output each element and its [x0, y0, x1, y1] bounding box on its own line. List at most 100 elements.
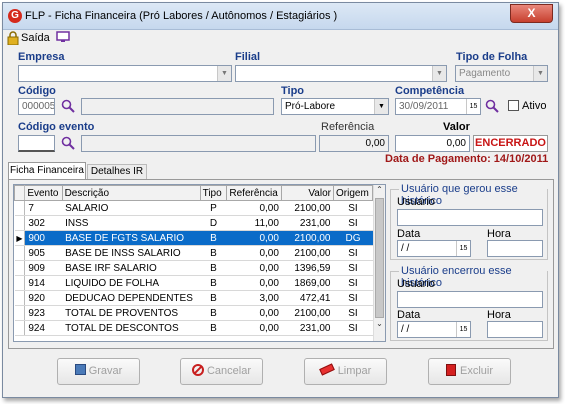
col-valor[interactable]: Valor [281, 185, 334, 201]
table-row[interactable]: 924 TOTAL DE DESCONTOS B 0,00 231,00 SI [14, 320, 373, 336]
status-badge: ENCERRADO [473, 135, 548, 152]
table-cell: B [200, 230, 227, 246]
table-cell: SI [333, 290, 373, 306]
tab-detalhes-ir[interactable]: Detalhes IR [87, 164, 147, 179]
empresa-label: Empresa [18, 51, 65, 63]
data-field[interactable]: / /15 [397, 240, 471, 257]
hora-label: Hora [487, 228, 511, 240]
table-row[interactable]: 920 DEDUCAO DEPENDENTES B 3,00 472,41 SI [14, 290, 373, 306]
col-evento[interactable]: Evento [24, 185, 63, 201]
table-cell: D [200, 215, 227, 231]
table-cell: SI [333, 245, 373, 261]
chevron-down-icon[interactable]: ▼ [432, 66, 446, 81]
referencia-field: 0,00 [319, 135, 389, 152]
tipo-folha-label: Tipo de Folha [456, 51, 528, 63]
cancel-icon [191, 364, 204, 376]
table-cell: TOTAL DE PROVENTOS [62, 305, 201, 321]
close-button[interactable]: X [510, 4, 553, 23]
row-indicator [14, 275, 26, 291]
table-cell: 302 [24, 215, 63, 231]
usuario-field[interactable] [397, 291, 543, 308]
tipo-folha-select[interactable]: Pagamento ▼ [455, 65, 548, 82]
col-tipo[interactable]: Tipo [199, 185, 228, 201]
hora-field[interactable] [487, 240, 543, 257]
table-row[interactable]: 923 TOTAL DE PROVENTOS B 0,00 2100,00 SI [14, 305, 373, 321]
table-cell: BASE IRF SALARIO [62, 260, 201, 276]
codigo-label: Código [18, 85, 56, 97]
ativo-checkbox[interactable] [508, 100, 519, 111]
table-cell: 2100,00 [281, 305, 334, 321]
table-cell: B [200, 290, 227, 306]
table-cell: 7 [24, 200, 63, 216]
competencia-label: Competência [395, 85, 465, 97]
table-cell: 472,41 [281, 290, 334, 306]
row-indicator-header [14, 185, 26, 201]
limpar-button[interactable]: Limpar [304, 358, 387, 385]
excluir-button[interactable]: Excluir [428, 358, 511, 385]
row-indicator [14, 320, 26, 336]
table-cell: SI [333, 305, 373, 321]
col-referencia[interactable]: Referência [226, 185, 283, 201]
chevron-down-icon[interactable]: ▼ [533, 66, 547, 81]
saida-label[interactable]: Saída [21, 32, 50, 44]
table-cell: B [200, 245, 227, 261]
usuario-field[interactable] [397, 209, 543, 226]
hora-field[interactable] [487, 321, 543, 338]
table-cell: 909 [24, 260, 63, 276]
data-label: Data [397, 228, 421, 240]
table-row[interactable]: 905 BASE DE INSS SALARIO B 0,00 2100,00 SI [14, 245, 373, 261]
trash-icon [445, 364, 456, 376]
search-icon[interactable] [485, 99, 499, 113]
save-icon [74, 364, 86, 375]
table-cell: 2100,00 [281, 230, 334, 246]
codigo-field[interactable]: 000005 [18, 98, 55, 115]
codigo-evento-field[interactable] [18, 135, 55, 152]
tab-ficha-financeira[interactable]: Ficha Financeira [8, 162, 86, 179]
table-row[interactable]: 7 SALARIO P 0,00 2100,00 SI [14, 200, 373, 216]
grid-scrollbar[interactable]: ⌃ ⌄ [373, 185, 385, 341]
col-origem[interactable]: Origem [332, 185, 374, 201]
current-row-arrow-icon: ▶ [14, 230, 26, 246]
scroll-down-icon[interactable]: ⌄ [374, 319, 385, 331]
competencia-field[interactable]: 30/09/2011 15 [395, 98, 481, 115]
calendar-icon[interactable]: 15 [456, 241, 470, 256]
title-bar: G FLP - Ficha Financeira (Pró Labores / … [3, 3, 558, 30]
calendar-icon[interactable]: 15 [456, 322, 470, 337]
table-cell: 920 [24, 290, 63, 306]
table-row[interactable]: 302 INSS D 11,00 231,00 SI [14, 215, 373, 231]
table-row[interactable]: 914 LIQUIDO DE FOLHA B 0,00 1869,00 SI [14, 275, 373, 291]
scroll-thumb[interactable] [375, 198, 384, 318]
events-grid[interactable]: Evento Descrição Tipo Referência Valor O… [13, 184, 386, 342]
table-cell: BASE DE FGTS SALARIO [62, 230, 201, 246]
table-cell: 905 [24, 245, 63, 261]
ativo-label: Ativo [522, 100, 547, 112]
tipo-select[interactable]: Pró-Labore ▼ [281, 98, 389, 115]
chevron-down-icon[interactable]: ▼ [217, 66, 231, 81]
table-cell: 2100,00 [281, 245, 334, 261]
app-logo-icon: G [8, 9, 22, 23]
empresa-select[interactable]: ▼ [18, 65, 232, 82]
lock-icon[interactable] [7, 31, 19, 46]
data-field[interactable]: / /15 [397, 321, 471, 338]
table-cell: 1869,00 [281, 275, 334, 291]
row-indicator [14, 215, 26, 231]
cancelar-button[interactable]: Cancelar [180, 358, 263, 385]
valor-field[interactable]: 0,00 [395, 135, 470, 152]
events-table: Evento Descrição Tipo Referência Valor O… [14, 185, 374, 336]
monitor-icon[interactable] [56, 31, 70, 43]
table-cell: B [200, 275, 227, 291]
gravar-button[interactable]: Gravar [57, 358, 140, 385]
search-icon[interactable] [61, 99, 75, 113]
col-descricao[interactable]: Descrição [61, 185, 201, 201]
table-cell: LIQUIDO DE FOLHA [62, 275, 201, 291]
table-cell: SI [333, 260, 373, 276]
scroll-up-icon[interactable]: ⌃ [374, 185, 385, 197]
table-row[interactable]: ▶ 900 BASE DE FGTS SALARIO B 0,00 2100,00 DG [14, 230, 373, 246]
chevron-down-icon[interactable]: ▼ [374, 99, 388, 114]
table-row[interactable]: 909 BASE IRF SALARIO B 0,00 1396,59 SI [14, 260, 373, 276]
calendar-icon[interactable]: 15 [466, 99, 480, 114]
table-cell: DEDUCAO DEPENDENTES [62, 290, 201, 306]
search-icon[interactable] [61, 136, 75, 150]
filial-select[interactable]: ▼ [235, 65, 447, 82]
usuario-label: Usuario [397, 278, 435, 290]
